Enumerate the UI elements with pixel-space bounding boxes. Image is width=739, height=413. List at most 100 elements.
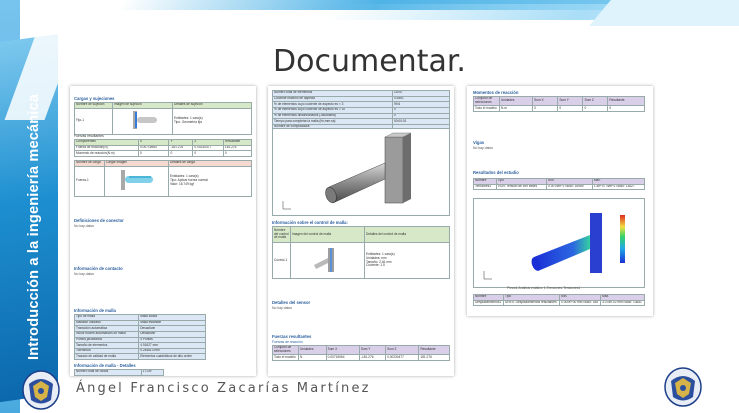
cell: 0	[607, 105, 645, 113]
report-page-2: Número total de elementos 11047 Cociente …	[268, 86, 454, 376]
top-decorative-band	[0, 0, 739, 26]
cell: 181.276	[418, 354, 450, 362]
th: Sum Z	[582, 95, 609, 107]
cell: -181.276	[358, 354, 387, 362]
cell: Número total de nodos	[74, 369, 142, 376]
th: Conjunto de selecciones	[272, 344, 299, 356]
section-vigas: Vigas	[473, 140, 485, 145]
reaccion-table: Conjunto de selecciones Unidades Sum X S…	[272, 344, 450, 362]
cell: 0	[192, 150, 224, 157]
section-malla: Información de malla	[74, 308, 116, 313]
carga-table: Nombre de carga Cargar imagen Detalles d…	[74, 160, 252, 197]
plot-caption: Pieza1-Análisis estático 1-Tensiones-Ten…	[507, 286, 581, 290]
mesh-model-image	[272, 128, 450, 216]
section-malla-detalles: Información de malla - Detalles	[74, 363, 136, 368]
carga-name: Fuerza-1	[74, 165, 105, 197]
carga-details: Entidades: 1 cara(s) Tipo: Aplicar fuerz…	[168, 165, 252, 197]
control-details: Entidades: 1 cara(s) Unidades: mm Tamaño…	[364, 242, 450, 279]
side-title: Introducción a la ingeniería mecánica	[26, 93, 42, 360]
cell: 17139	[140, 369, 165, 376]
cell: 0	[168, 150, 194, 157]
cell: 1.4e+07 N/m^2 Nodo: 13827	[591, 183, 646, 191]
cell: 0	[532, 105, 559, 113]
sujecion-details: Entidades: 1 cara(s) Tipo: Geometría fij…	[172, 107, 252, 135]
cell: Todo el modelo	[272, 354, 299, 362]
mesh-part-icon	[282, 132, 412, 210]
malla-det-table: Número total de nodos 17139	[74, 369, 165, 376]
section-momentos: Momentos de reacción	[473, 90, 519, 95]
section-control-malla: Información sobre el control de malla:	[272, 220, 348, 225]
fuerzas-label: Fuerzas resultantes	[74, 134, 104, 138]
report-page-3: Momentos de reacción Conjunto de selecci…	[467, 86, 653, 316]
fuerzas-table: Componentes X Y Z Resultante Fuerza de r…	[74, 139, 253, 157]
cell: 0	[222, 150, 253, 157]
th: Unidades	[498, 95, 534, 107]
th: Nombre del control de malla	[272, 226, 291, 243]
cell: N	[298, 354, 327, 362]
cell: Momento de reacción(N.m)	[74, 150, 139, 157]
vigas-note: No hay datos	[473, 146, 493, 150]
cell: Todo el modelo	[473, 105, 500, 113]
section-conectores: Definiciones de conector	[74, 218, 124, 223]
unam-seal-icon	[664, 367, 702, 407]
slide-title: Documentar.	[273, 44, 466, 79]
cell: Desplazamientos1	[472, 299, 505, 307]
th: Unidades	[298, 344, 327, 356]
malla-table: Tipo de malla Malla sólida Mallador utili…	[73, 314, 206, 360]
sujecion-table: Nombre de sujeción Imagen de sujeción De…	[74, 102, 252, 135]
cell: 0	[582, 105, 609, 113]
th: Sum Y	[358, 344, 387, 356]
cell: 0.00716964	[325, 354, 360, 362]
author-name: Ángel Francisco Zacarías Martínez	[76, 381, 371, 396]
control-image-cell	[290, 242, 365, 279]
reaccion-label: Fuerzas de reacción	[272, 340, 303, 344]
th: Detalles del control de malla	[364, 226, 450, 243]
section-resultados: Resultados del estudio	[473, 170, 519, 175]
th: Imagen del control de malla	[290, 226, 365, 243]
detail-line: Cociente: 1.5	[366, 263, 385, 268]
section-contacto: Información de contacto	[74, 266, 123, 271]
th: Resultante	[418, 344, 450, 356]
cell: N.m	[498, 105, 534, 113]
contacto-note: No hay datos	[74, 272, 94, 276]
cell: 0	[557, 105, 584, 113]
cell: 3.078e-02 mm Nodo: 13651	[600, 299, 645, 307]
stress-plot-icon	[483, 213, 625, 280]
cell: 0.000e+00 mm Nodo: 185	[559, 299, 602, 307]
th: Sum X	[325, 344, 360, 356]
section-fuerzas-resultantes: Fuerzas resultantes	[272, 334, 312, 339]
carga-image-cell	[104, 165, 169, 197]
part-thumbnail-icon	[132, 111, 157, 130]
th: Resultante	[607, 95, 645, 107]
th: Sum X	[532, 95, 559, 107]
detail-line: Tipo: Geometría fija	[174, 120, 202, 125]
cell: Tensiones1	[473, 183, 497, 191]
th: Conjunto de selecciones	[473, 95, 500, 107]
momentos-table: Conjunto de selecciones Unidades Sum X S…	[473, 95, 645, 113]
stress-plot-image	[473, 198, 645, 288]
conectores-note: No hay datos	[74, 224, 94, 228]
cell: VON: Tensión de von Mises	[495, 183, 548, 191]
report-page-1: Cargas y sujeciones Nombre de sujeción I…	[70, 86, 256, 376]
control-name: Control-1	[272, 242, 291, 279]
th: Sum Z	[385, 344, 420, 356]
cell: 0.00 N/m^2 Nodo: 16989	[546, 183, 593, 191]
desplazamientos-table: Nombre Tipo Mín. Máx. Desplazamientos1 U…	[472, 294, 645, 307]
malla-stats-table: Número total de elementos 11047 Cociente …	[272, 90, 450, 131]
detail-line: Valor: 18.749 kgf	[170, 182, 194, 187]
unam-seal-icon	[22, 370, 60, 410]
loaded-part-thumbnail-icon	[120, 170, 153, 191]
section-sensor: Detalles del sensor	[272, 300, 311, 305]
section-cargas: Cargas y sujeciones	[74, 96, 115, 101]
th: Sum Y	[557, 95, 584, 107]
sensor-note: No hay datos	[272, 306, 292, 310]
sujecion-name: Fijo-1	[74, 107, 113, 135]
cell: URES: Desplazamientos resultantes	[503, 299, 561, 307]
cell: Elementos cuadráticos de alto orden	[138, 353, 206, 360]
cell: 0	[137, 150, 170, 157]
cell: Trazado de calidad de malla	[73, 353, 140, 360]
control-malla-table: Nombre del control de malla Imagen del c…	[272, 226, 450, 279]
control-part-thumbnail-icon	[313, 247, 334, 272]
cell: 0.00230477	[385, 354, 420, 362]
resultados-table: Nombre Tipo Mín. Máx. Tensiones1 VON: Te…	[473, 178, 646, 191]
